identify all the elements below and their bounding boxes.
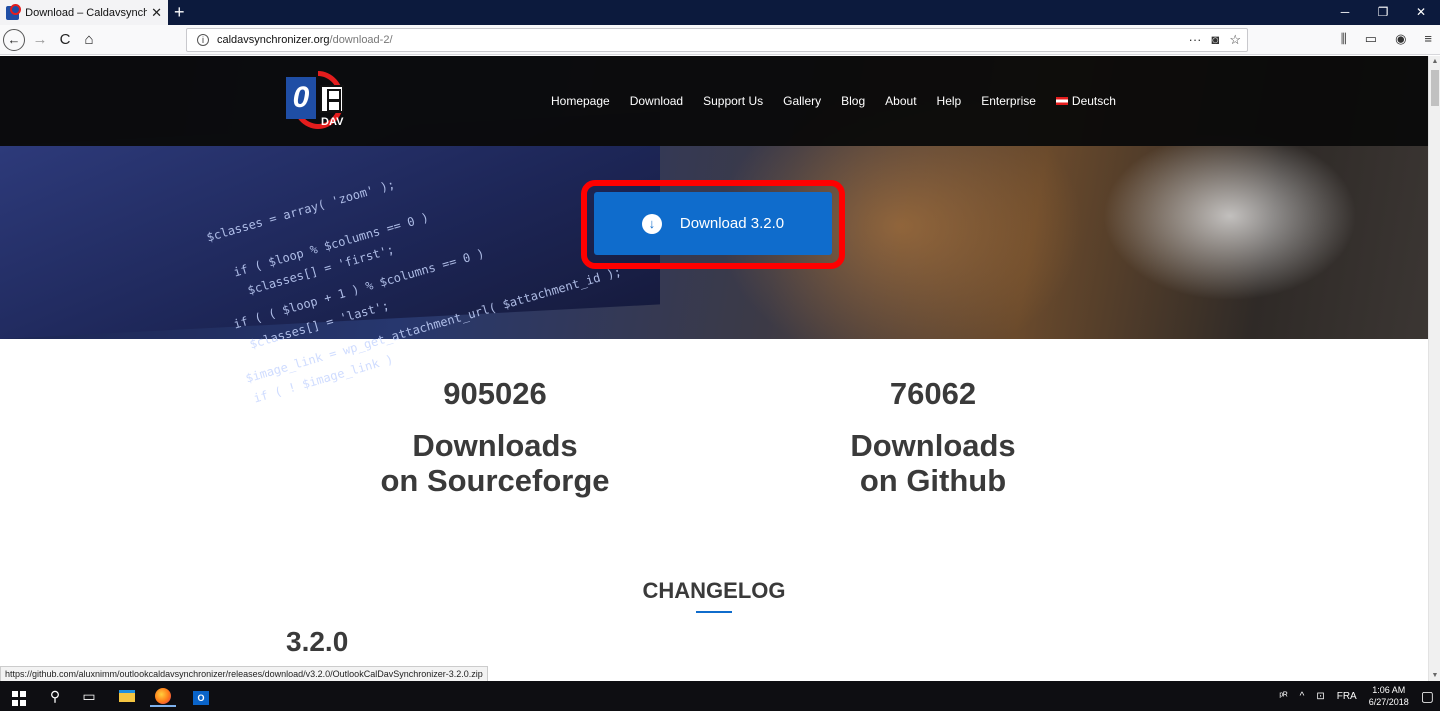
file-explorer-icon[interactable] xyxy=(114,685,140,707)
windows-taskbar: ⚲ ▭ O ᵖᴿ ^ ⊡ FRA 1:06 AM 6/27/2018 ▢ xyxy=(0,681,1440,711)
tab-close-icon[interactable]: ✕ xyxy=(151,5,162,21)
sidebar-icon[interactable]: ▭ xyxy=(1365,31,1377,47)
network-icon[interactable]: ⊡ xyxy=(1316,691,1324,702)
people-icon[interactable]: ᵖᴿ xyxy=(1279,691,1287,702)
main-menu: Homepage Download Support Us Gallery Blo… xyxy=(551,94,1116,108)
menu-item-blog[interactable]: Blog xyxy=(841,94,865,108)
site-header: 0 DAV Homepage Download Support Us Galle… xyxy=(0,56,1428,146)
reload-button[interactable]: C xyxy=(54,29,76,51)
scroll-down-icon[interactable]: ▼ xyxy=(1429,672,1440,679)
search-icon[interactable]: ⚲ xyxy=(42,685,68,707)
version-heading: 3.2.0 xyxy=(286,626,349,657)
home-button[interactable]: ⌂ xyxy=(78,29,100,51)
window-controls: ─ ❐ ✕ xyxy=(1326,0,1440,25)
caldav-logo[interactable]: 0 DAV xyxy=(286,71,348,133)
site-favicon-icon xyxy=(6,3,22,20)
tray-chevron-icon[interactable]: ^ xyxy=(1300,691,1305,702)
austria-flag-icon xyxy=(1055,97,1068,105)
menu-item-deutsch[interactable]: Deutsch xyxy=(1055,94,1116,108)
hamburger-menu-icon[interactable]: ≡ xyxy=(1424,31,1432,47)
new-tab-button[interactable]: + xyxy=(174,2,185,22)
tab-strip: Download – Caldavsynchronizer ✕ + ─ ❐ ✕ xyxy=(0,0,1440,25)
github-stat: 76062 Downloads on Github xyxy=(763,376,1103,498)
logo-server-icon xyxy=(320,85,344,113)
task-view-icon[interactable]: ▭ xyxy=(76,685,102,707)
firefox-icon[interactable] xyxy=(150,685,176,707)
scrollbar-thumb[interactable] xyxy=(1431,70,1439,106)
web-page: $classes = array( 'zoom' ); if ( $loop %… xyxy=(0,56,1428,681)
github-caption-line1: Downloads xyxy=(850,428,1016,463)
url-actions: ··· ◙ ☆ xyxy=(1188,32,1241,48)
sourceforge-caption-line2: on Sourceforge xyxy=(380,463,610,498)
url-path: /download-2/ xyxy=(329,34,393,46)
windows-start-icon[interactable] xyxy=(6,685,32,707)
page-actions-icon[interactable]: ··· xyxy=(1188,32,1201,48)
tab-title: Download – Caldavsynchronizer xyxy=(25,6,148,19)
menu-item-homepage[interactable]: Homepage xyxy=(551,94,610,108)
clock-time: 1:06 AM xyxy=(1372,685,1406,695)
toolbar-right: ⫼ ▭ ◉ ≡ xyxy=(1341,31,1432,47)
input-language[interactable]: FRA xyxy=(1337,691,1357,702)
status-link-preview: https://github.com/aluxnimm/outlookcalda… xyxy=(0,666,488,682)
sourceforge-caption-line1: Downloads xyxy=(412,428,578,463)
download-button[interactable]: ↓ Download 3.2.0 xyxy=(594,192,832,255)
clock-date: 6/27/2018 xyxy=(1368,697,1409,707)
page-scrollbar[interactable]: ▲ ▼ xyxy=(1428,56,1440,681)
browser-tab[interactable]: Download – Caldavsynchronizer ✕ xyxy=(0,0,168,25)
sourceforge-count: 905026 xyxy=(443,376,547,411)
restore-button[interactable]: ❐ xyxy=(1364,0,1402,25)
account-icon[interactable]: ◉ xyxy=(1395,31,1406,47)
scroll-up-icon[interactable]: ▲ xyxy=(1429,58,1440,65)
menu-item-gallery[interactable]: Gallery xyxy=(783,94,821,108)
menu-item-download[interactable]: Download xyxy=(630,94,683,108)
url-domain: caldavsynchronizer.org xyxy=(217,34,330,46)
close-window-button[interactable]: ✕ xyxy=(1402,0,1440,25)
menu-item-about[interactable]: About xyxy=(885,94,916,108)
minimize-button[interactable]: ─ xyxy=(1326,0,1364,25)
site-info-icon[interactable]: i xyxy=(197,34,209,46)
menu-item-help[interactable]: Help xyxy=(937,94,962,108)
clock[interactable]: 1:06 AM 6/27/2018 xyxy=(1369,684,1409,708)
menu-item-enterprise[interactable]: Enterprise xyxy=(981,94,1036,108)
bookmark-star-icon[interactable]: ☆ xyxy=(1229,32,1241,48)
forward-button[interactable]: → xyxy=(29,29,51,51)
outlook-icon[interactable]: O xyxy=(188,685,214,707)
menu-item-deutsch-label: Deutsch xyxy=(1071,94,1116,108)
sourceforge-stat: 905026 Downloads on Sourceforge xyxy=(325,376,665,498)
notifications-icon[interactable]: ▢ xyxy=(1421,688,1434,705)
navigation-toolbar: ← → C ⌂ i caldavsynchronizer.org /downlo… xyxy=(0,25,1440,55)
github-caption-line2: on Github xyxy=(859,463,1007,498)
library-icon[interactable]: ⫼ xyxy=(1341,31,1347,47)
logo-sub: DAV xyxy=(321,116,344,128)
pocket-icon[interactable]: ◙ xyxy=(1211,32,1219,48)
url-bar[interactable]: i caldavsynchronizer.org /download-2/ ··… xyxy=(186,28,1248,52)
download-arrow-icon: ↓ xyxy=(641,213,662,234)
changelog-heading: CHANGELOG xyxy=(642,578,786,603)
system-tray: ᵖᴿ ^ ⊡ FRA 1:06 AM 6/27/2018 ▢ xyxy=(1279,681,1434,711)
changelog-underline xyxy=(696,611,732,613)
download-button-label: Download 3.2.0 xyxy=(679,215,785,232)
github-count: 76062 xyxy=(889,376,977,411)
logo-letter: 0 xyxy=(286,77,316,119)
back-button[interactable]: ← xyxy=(3,29,25,51)
menu-item-support-us[interactable]: Support Us xyxy=(703,94,763,108)
